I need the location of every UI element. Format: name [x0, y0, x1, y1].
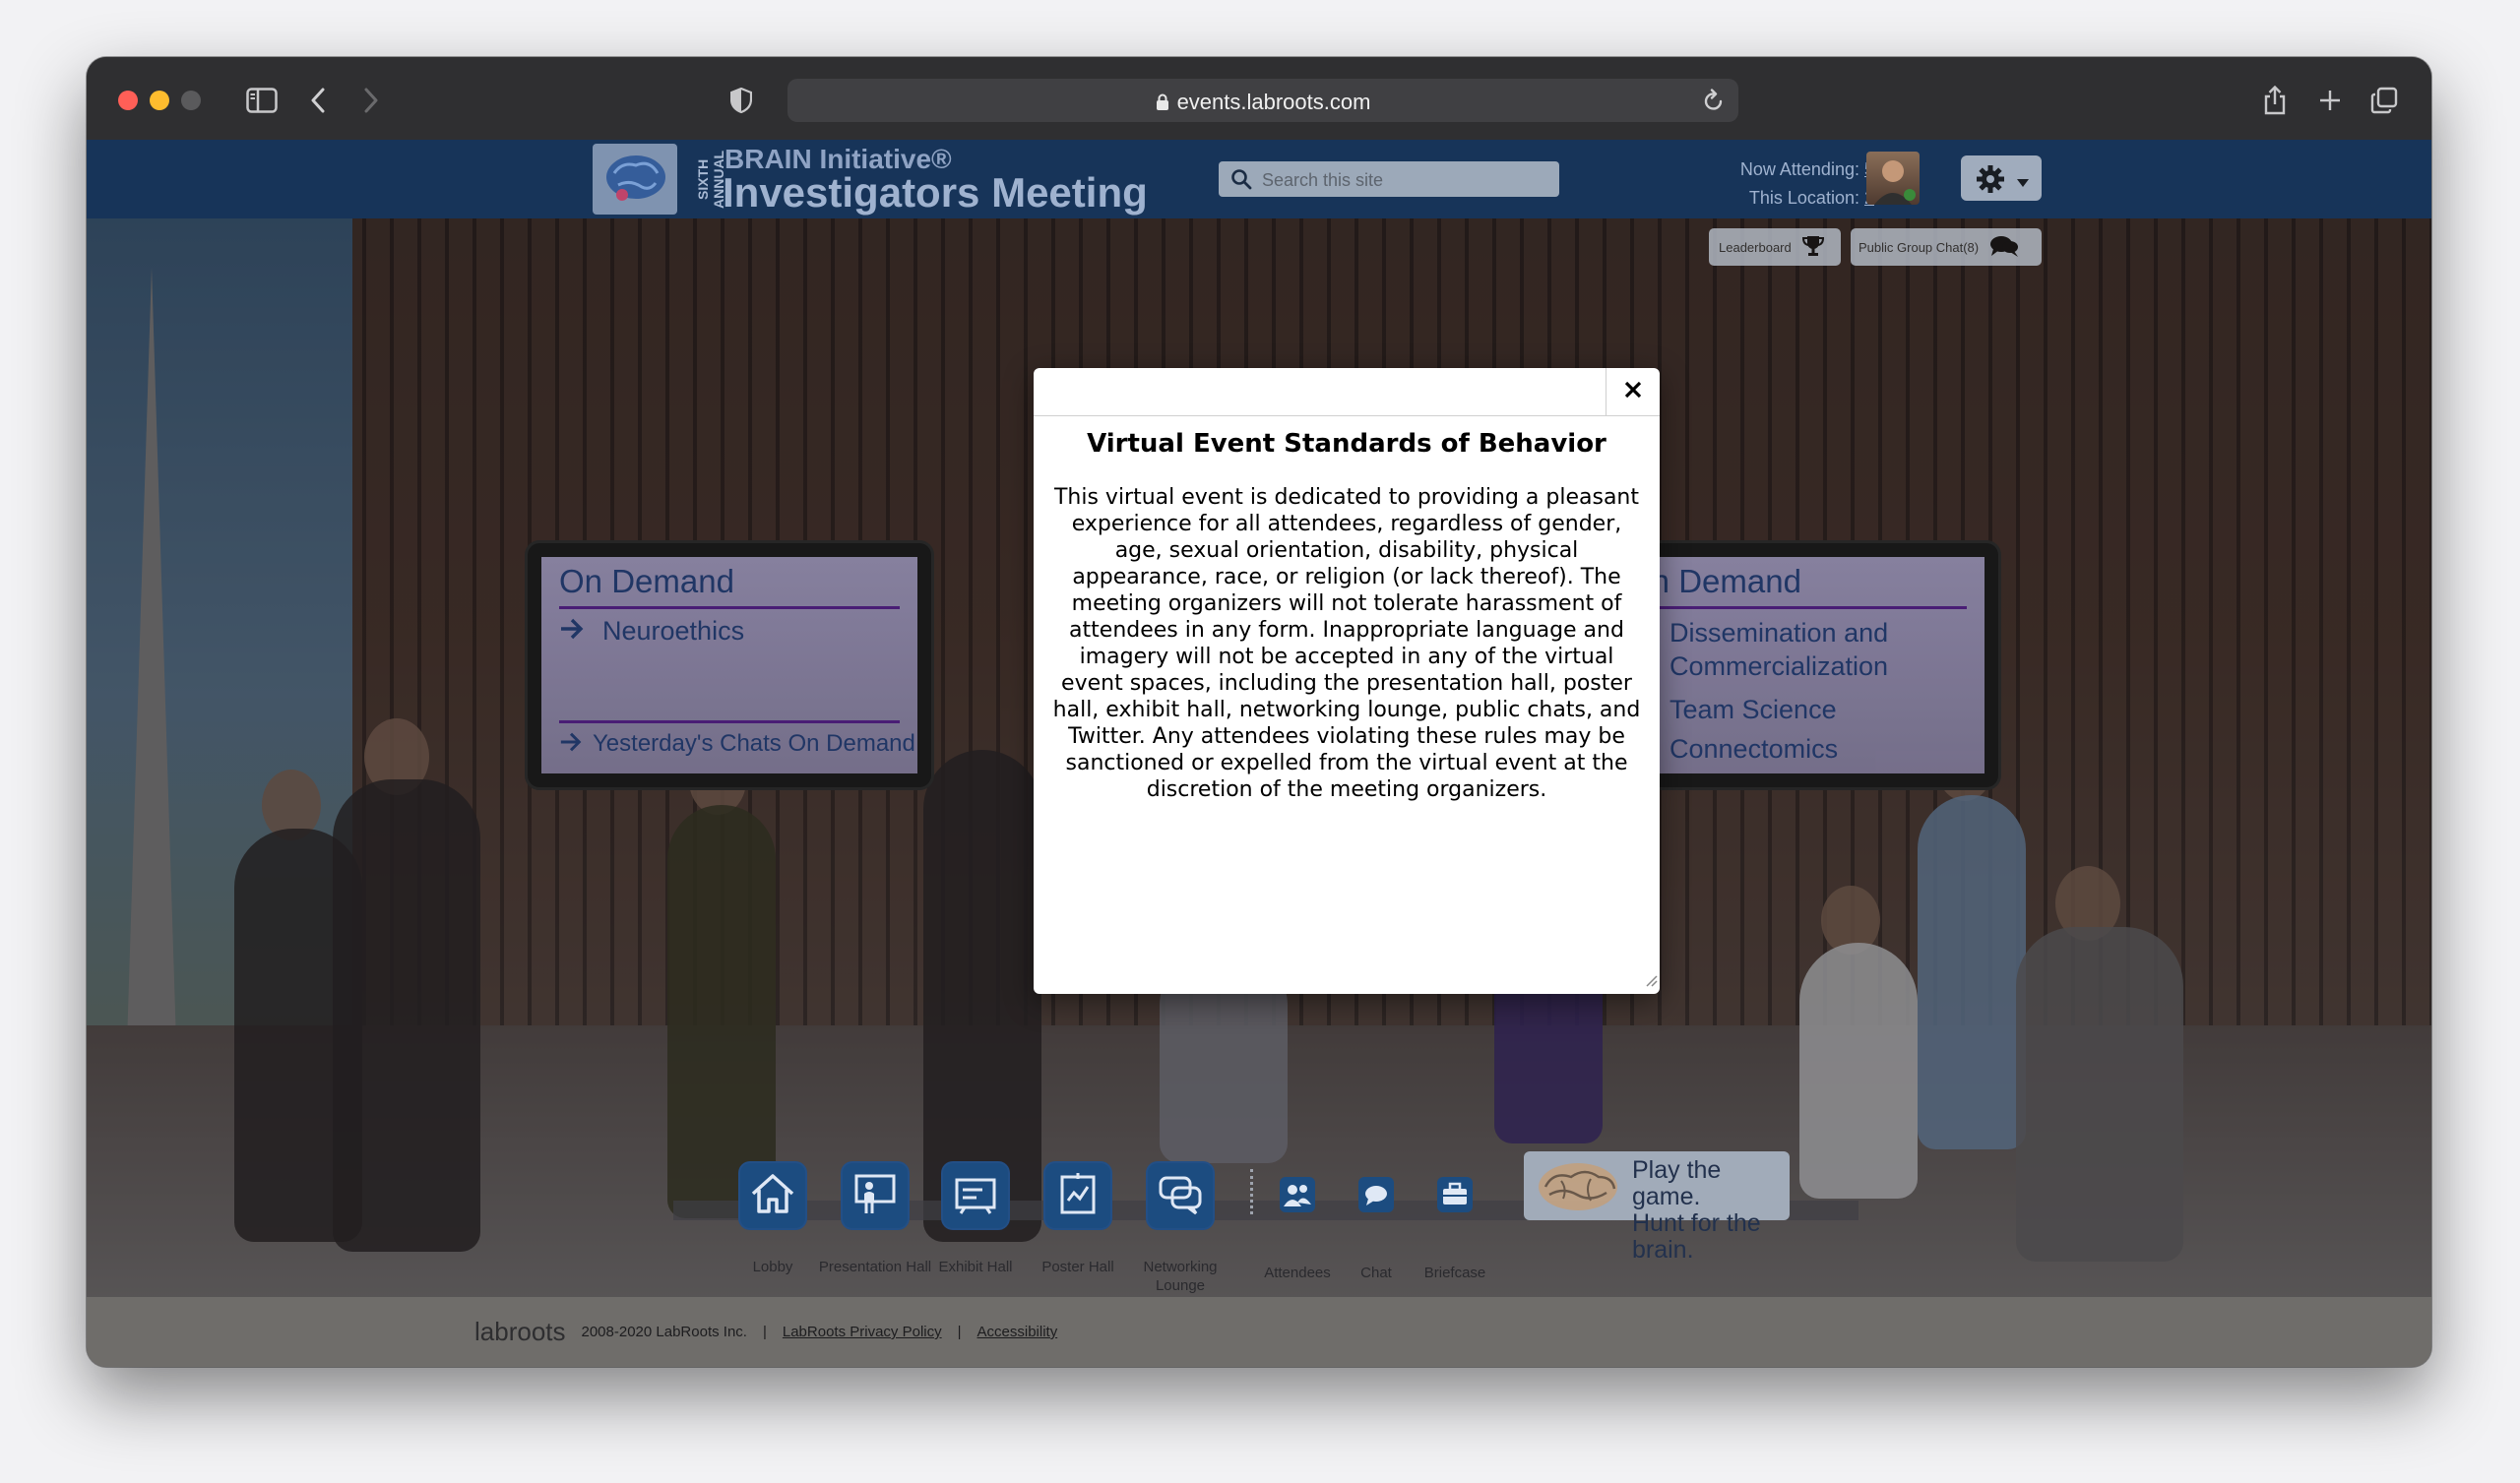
browser-window: events.labroots.com SIXTH ANNUAL BRAIN I…: [87, 57, 2431, 1367]
brain-logo-icon: [593, 144, 677, 215]
briefcase-icon: [1435, 1175, 1475, 1219]
public-chat-label: Public Group Chat(8): [1858, 239, 1980, 255]
modal-close-button[interactable]: [1606, 368, 1660, 415]
footer-separator: |: [957, 1324, 962, 1340]
search-input[interactable]: [1260, 167, 1549, 193]
screen-link-label: Dissemination and Commercialization: [1670, 618, 1889, 681]
screen-link-label: Team Science: [1670, 695, 1837, 724]
privacy-policy-link[interactable]: LabRoots Privacy Policy: [783, 1324, 942, 1340]
site-header: SIXTH ANNUAL BRAIN Initiative® Investiga…: [87, 140, 2431, 218]
new-tab-icon[interactable]: [2315, 79, 2345, 122]
resize-grip-icon[interactable]: [1644, 973, 1658, 992]
address-bar[interactable]: events.labroots.com: [788, 79, 1738, 122]
arrow-right-icon: [559, 616, 585, 649]
dock-networking-lounge-button[interactable]: [1148, 1163, 1213, 1228]
share-icon[interactable]: [2260, 79, 2290, 122]
dock-briefcase-button[interactable]: [1433, 1175, 1477, 1218]
accessibility-link[interactable]: Accessibility: [977, 1324, 1058, 1340]
dock-lobby-button[interactable]: [740, 1163, 805, 1228]
avatar[interactable]: [1866, 152, 1920, 205]
dock-exhibit-hall-button[interactable]: [943, 1163, 1008, 1228]
search-box[interactable]: [1219, 161, 1559, 197]
url-text: events.labroots.com: [1176, 90, 1371, 114]
footer-separator: |: [762, 1324, 767, 1340]
url-display: events.labroots.com: [788, 90, 1738, 117]
dock-poster-hall-button[interactable]: [1045, 1163, 1110, 1228]
this-location-label: This Location:: [1748, 188, 1859, 208]
labroots-logo: labroots: [474, 1317, 566, 1346]
gear-icon: [1975, 163, 2006, 200]
zoom-window-button[interactable]: [181, 91, 201, 110]
attendance-info: Now Attending: 5 This Location: 2: [1652, 155, 1874, 213]
game-line-2: Hunt for the brain.: [1632, 1209, 1761, 1264]
chevron-down-icon: [2016, 175, 2030, 193]
lobby-page: SIXTH ANNUAL BRAIN Initiative® Investiga…: [87, 140, 2431, 1367]
dock-chat-button[interactable]: [1354, 1175, 1398, 1218]
event-title: Investigators Meeting: [723, 169, 1148, 216]
privacy-shield-icon[interactable]: [726, 79, 756, 122]
chat-icon: [1356, 1175, 1396, 1219]
dock-attendees-button[interactable]: [1276, 1175, 1319, 1218]
close-window-button[interactable]: [118, 91, 138, 110]
sidebar-toggle-icon[interactable]: [242, 79, 282, 122]
now-attending-label: Now Attending:: [1739, 159, 1859, 179]
screen-link-label: Yesterday's Chats On Demand: [593, 730, 915, 757]
dock-poster-hall-label: Poster Hall: [1041, 1259, 1114, 1275]
modal-title: Virtual Event Standards of Behavior: [1087, 429, 1606, 459]
screen-link-dissemination[interactable]: Dissemination and Commercialization: [1626, 616, 1951, 683]
close-icon: [1624, 381, 1642, 403]
trophy-icon: [1801, 234, 1825, 261]
screen-link-yesterdays-chats[interactable]: Yesterday's Chats On Demand: [559, 730, 915, 761]
attendees-icon: [1278, 1175, 1317, 1219]
standards-of-behavior-modal: Virtual Event Standards of Behavior This…: [1034, 368, 1660, 994]
modal-body-text: This virtual event is dedicated to provi…: [1052, 485, 1641, 802]
game-line-1: Play the game.: [1632, 1156, 1722, 1210]
presentation-icon: [852, 1172, 898, 1220]
dock-divider: [1250, 1169, 1257, 1214]
leaderboard-button[interactable]: Leaderboard: [1709, 228, 1841, 266]
arrow-right-icon: [559, 730, 583, 761]
copyright-text: 2008-2020 LabRoots Inc.: [581, 1324, 747, 1340]
public-group-chat-button[interactable]: Public Group Chat(8): [1851, 228, 2042, 266]
browser-titlebar: events.labroots.com: [87, 57, 2431, 141]
poster-icon: [1056, 1171, 1100, 1221]
screen-link-neuroethics[interactable]: Neuroethics: [559, 616, 744, 649]
dock-lobby-label: Lobby: [752, 1259, 793, 1275]
settings-menu-button[interactable]: [1961, 155, 2042, 201]
annual-label: SIXTH ANNUAL: [695, 150, 726, 209]
screen-title: On Demand: [559, 563, 734, 599]
dock-exhibit-hall-label: Exhibit Hall: [938, 1259, 1013, 1275]
minimize-window-button[interactable]: [150, 91, 169, 110]
dock-briefcase-label: Briefcase: [1423, 1265, 1486, 1281]
chat-bubbles-icon: [1988, 233, 2020, 262]
screen-link-label: Connectomics: [1670, 734, 1839, 764]
modal-topbar: [1034, 368, 1660, 416]
lock-icon: [1156, 92, 1169, 117]
brain-icon: [1534, 1159, 1622, 1219]
forward-icon[interactable]: [356, 79, 386, 122]
home-icon: [749, 1172, 796, 1220]
chat-bubbles-icon: [1157, 1172, 1204, 1220]
dock-networking-lounge-label: Networking Lounge: [1143, 1259, 1218, 1294]
back-icon[interactable]: [303, 79, 333, 122]
reload-icon[interactable]: [1703, 89, 1725, 117]
search-icon: [1230, 168, 1252, 195]
page-footer: labroots 2008-2020 LabRoots Inc. | LabRo…: [87, 1297, 2431, 1367]
tab-overview-icon[interactable]: [2368, 79, 2400, 122]
exhibit-icon: [953, 1172, 998, 1220]
screen-link-label: Neuroethics: [602, 616, 745, 646]
leaderboard-label: Leaderboard: [1719, 239, 1792, 255]
brain-hunt-game-button[interactable]: Play the game. Hunt for the brain.: [1524, 1151, 1790, 1264]
dock-presentation-hall-button[interactable]: [843, 1163, 908, 1228]
left-on-demand-screen: On Demand Neuroethics Yesterday's Chats …: [528, 543, 931, 787]
